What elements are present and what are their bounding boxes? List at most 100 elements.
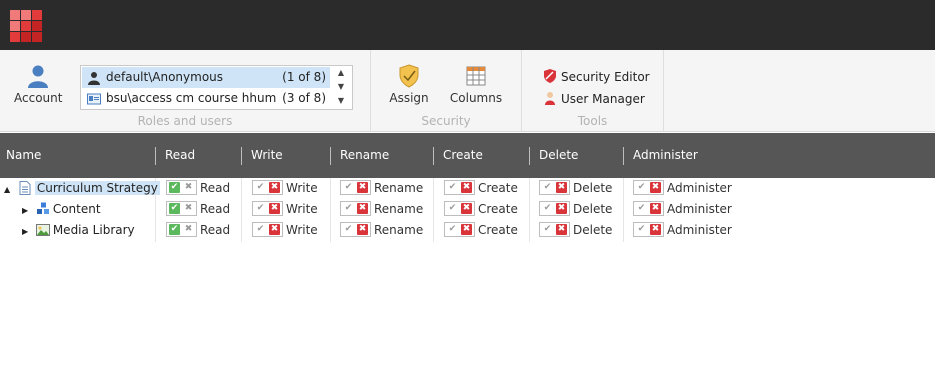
- scroll-down-small-icon[interactable]: ▼: [330, 80, 352, 94]
- column-header-create[interactable]: Create: [443, 133, 483, 178]
- x-icon: ✖: [556, 203, 567, 214]
- rename-deny-toggle[interactable]: ✔ ✖: [340, 222, 371, 237]
- perm-rename-cell[interactable]: ✔ ✖ Rename: [340, 178, 423, 198]
- security-group-label: Security: [421, 114, 471, 128]
- check-icon: ✔: [543, 182, 552, 192]
- role-item-anonymous[interactable]: default\Anonymous (1 of 8): [82, 67, 330, 88]
- read-allow-toggle[interactable]: ✔ ✖: [166, 222, 197, 237]
- column-divider: [330, 147, 331, 165]
- account-button[interactable]: Account: [14, 64, 62, 105]
- perm-write-cell[interactable]: ✔ ✖ Write: [252, 220, 318, 240]
- perm-delete-cell[interactable]: ✔ ✖ Delete: [539, 199, 612, 219]
- tree-item-label: Curriculum Strategy: [34, 181, 160, 195]
- perm-label: Delete: [573, 181, 613, 195]
- assign-button[interactable]: Assign: [387, 64, 431, 105]
- roles-list[interactable]: default\Anonymous (1 of 8) bsu\access cm…: [80, 65, 353, 110]
- roles-scrollbar[interactable]: ▲ ▼ ▼: [330, 66, 352, 109]
- administer-deny-toggle[interactable]: ✔ ✖: [633, 180, 664, 195]
- security-editor-button[interactable]: Security Editor: [543, 69, 650, 84]
- check-icon: ✔: [256, 203, 265, 213]
- perm-rename-cell[interactable]: ✔ ✖ Rename: [340, 199, 423, 219]
- perm-label: Rename: [374, 181, 424, 195]
- perm-create-cell[interactable]: ✔ ✖ Create: [444, 199, 518, 219]
- tree-item-media-library[interactable]: ▶ Media Library: [22, 220, 135, 240]
- expand-toggle-icon[interactable]: ▶: [22, 201, 32, 221]
- perm-label: Create: [478, 181, 518, 195]
- delete-deny-toggle[interactable]: ✔ ✖: [539, 222, 570, 237]
- media-image-icon: [35, 224, 50, 236]
- column-header-name[interactable]: Name: [6, 133, 41, 178]
- column-header-rename[interactable]: Rename: [340, 133, 389, 178]
- role-count: (1 of 8): [282, 70, 326, 84]
- scroll-more-icon[interactable]: ▼: [330, 94, 352, 108]
- security-group: Assign Columns Security: [371, 50, 522, 132]
- column-header-administer[interactable]: Administer: [633, 133, 698, 178]
- perm-administer-cell[interactable]: ✔ ✖ Administer: [633, 220, 732, 240]
- user-manager-icon: [545, 92, 555, 105]
- tree-item-curriculum-strategy[interactable]: ▲ Curriculum Strategy: [4, 178, 160, 198]
- create-deny-toggle[interactable]: ✔ ✖: [444, 180, 475, 195]
- x-icon: ✖: [357, 182, 368, 193]
- x-icon: ✖: [461, 182, 472, 193]
- perm-rename-cell[interactable]: ✔ ✖ Rename: [340, 220, 423, 240]
- x-icon: ✖: [269, 203, 280, 214]
- x-icon: ✖: [556, 224, 567, 235]
- perm-create-cell[interactable]: ✔ ✖ Create: [444, 178, 518, 198]
- write-deny-toggle[interactable]: ✔ ✖: [252, 201, 283, 216]
- rename-deny-toggle[interactable]: ✔ ✖: [340, 180, 371, 195]
- check-icon: ✔: [344, 203, 353, 213]
- perm-label: Write: [286, 223, 318, 237]
- expand-toggle-icon[interactable]: ▶: [22, 222, 32, 242]
- x-icon: ✖: [357, 224, 368, 235]
- x-icon: ✖: [461, 203, 472, 214]
- write-deny-toggle[interactable]: ✔ ✖: [252, 180, 283, 195]
- column-header-delete[interactable]: Delete: [539, 133, 578, 178]
- x-icon: ✖: [184, 224, 193, 234]
- perm-create-cell[interactable]: ✔ ✖ Create: [444, 220, 518, 240]
- collapse-toggle-icon[interactable]: ▲: [4, 180, 14, 200]
- check-icon: ✔: [448, 224, 457, 234]
- columns-button[interactable]: Columns: [449, 64, 503, 105]
- create-deny-toggle[interactable]: ✔ ✖: [444, 201, 475, 216]
- administer-deny-toggle[interactable]: ✔ ✖: [633, 201, 664, 216]
- user-manager-button[interactable]: User Manager: [543, 91, 645, 106]
- column-divider: [241, 147, 242, 165]
- perm-administer-cell[interactable]: ✔ ✖ Administer: [633, 199, 732, 219]
- perm-write-cell[interactable]: ✔ ✖ Write: [252, 178, 318, 198]
- read-allow-toggle[interactable]: ✔ ✖: [166, 201, 197, 216]
- read-allow-toggle[interactable]: ✔ ✖: [166, 180, 197, 195]
- rename-deny-toggle[interactable]: ✔ ✖: [340, 201, 371, 216]
- column-header-read[interactable]: Read: [165, 133, 195, 178]
- column-header-write[interactable]: Write: [251, 133, 283, 178]
- perm-delete-cell[interactable]: ✔ ✖ Delete: [539, 178, 612, 198]
- perm-read-cell[interactable]: ✔ ✖ Read: [166, 220, 230, 240]
- tree-item-content[interactable]: ▶ Content: [22, 199, 101, 219]
- perm-administer-cell[interactable]: ✔ ✖ Administer: [633, 178, 732, 198]
- check-icon: ✔: [169, 224, 180, 235]
- check-icon: ✔: [543, 203, 552, 213]
- perm-label: Write: [286, 181, 318, 195]
- scroll-up-icon[interactable]: ▲: [330, 66, 352, 80]
- x-icon: ✖: [269, 182, 280, 193]
- perm-label: Rename: [374, 202, 424, 216]
- administer-deny-toggle[interactable]: ✔ ✖: [633, 222, 664, 237]
- document-icon: [19, 181, 31, 195]
- content-cubes-icon: [36, 202, 49, 214]
- write-deny-toggle[interactable]: ✔ ✖: [252, 222, 283, 237]
- column-divider: [155, 147, 156, 165]
- delete-deny-toggle[interactable]: ✔ ✖: [539, 180, 570, 195]
- delete-deny-toggle[interactable]: ✔ ✖: [539, 201, 570, 216]
- perm-read-cell[interactable]: ✔ ✖ Read: [166, 199, 230, 219]
- perm-label: Read: [200, 202, 231, 216]
- check-icon: ✔: [637, 224, 646, 234]
- role-item-course[interactable]: bsu\access cm course hhum (3 of 8): [82, 88, 330, 109]
- ribbon: Account default\Anonymous (1 of 8) bsu\a…: [0, 50, 935, 132]
- perm-delete-cell[interactable]: ✔ ✖ Delete: [539, 220, 612, 240]
- perm-write-cell[interactable]: ✔ ✖ Write: [252, 199, 318, 219]
- perm-read-cell[interactable]: ✔ ✖ Read: [166, 178, 230, 198]
- create-deny-toggle[interactable]: ✔ ✖: [444, 222, 475, 237]
- x-icon: ✖: [556, 182, 567, 193]
- check-icon: ✔: [169, 203, 180, 214]
- user-icon: [88, 72, 100, 85]
- app-launcher-icon[interactable]: [10, 10, 42, 42]
